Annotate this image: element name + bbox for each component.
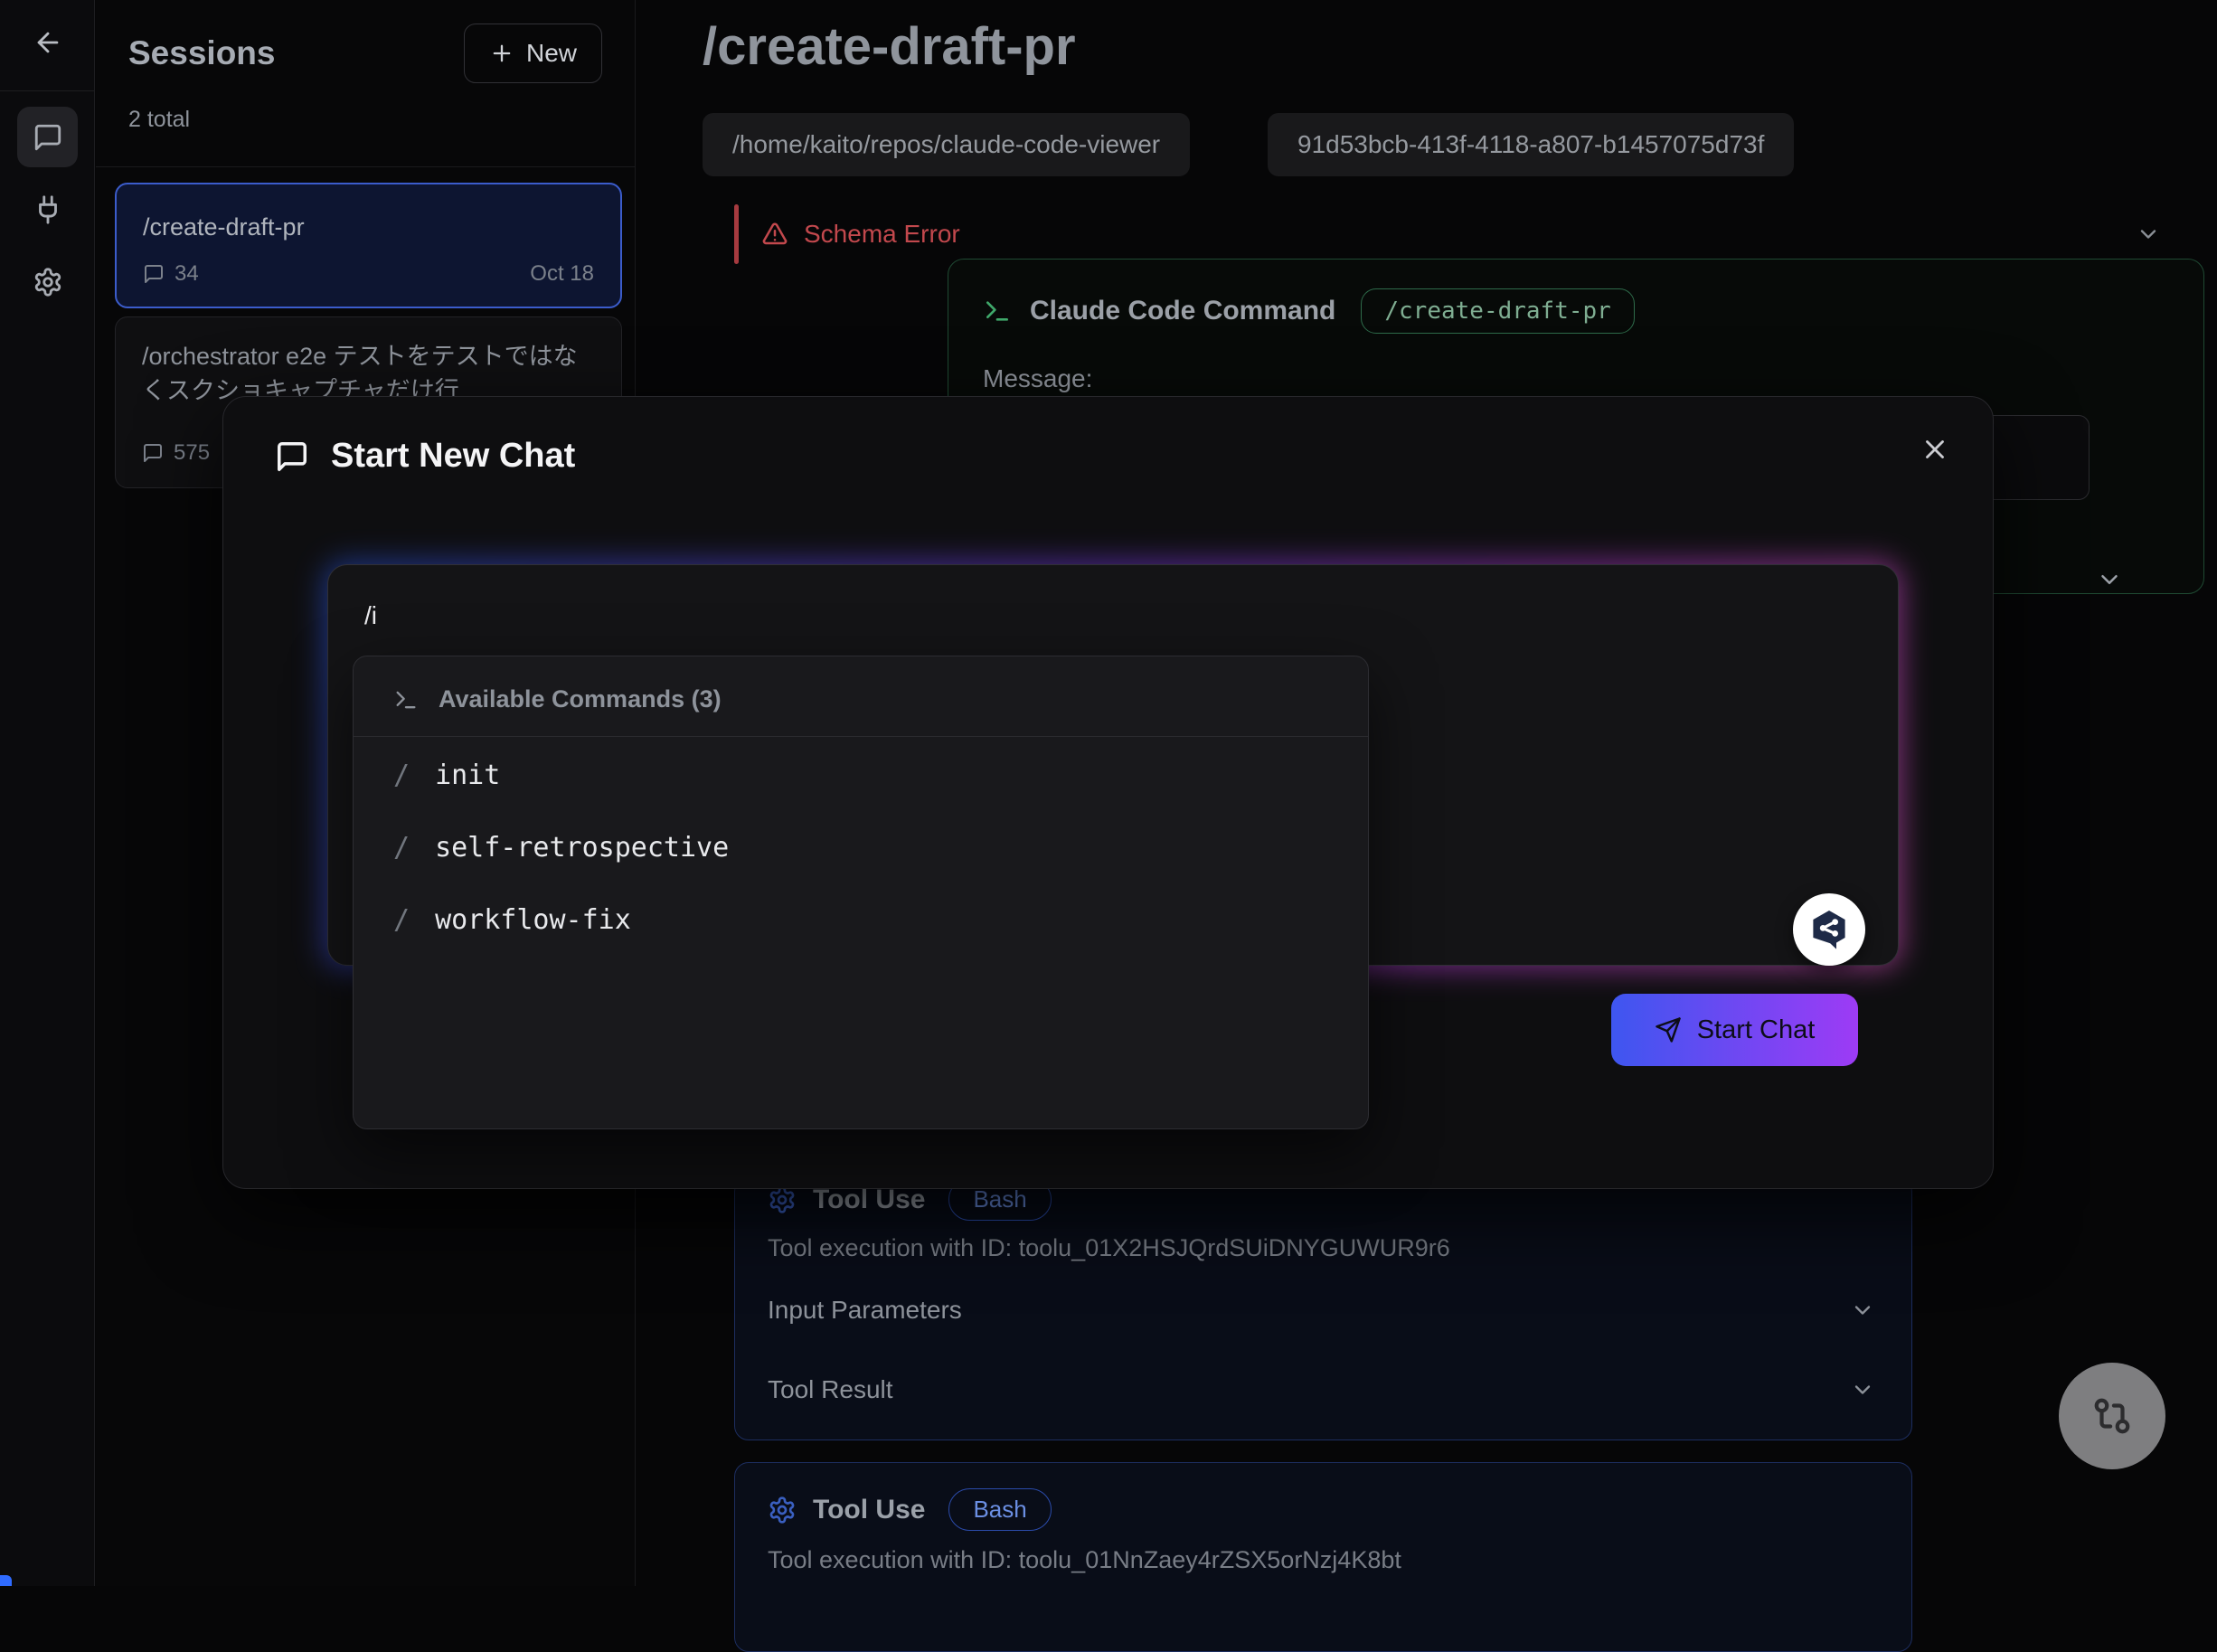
message-count-icon — [142, 442, 164, 464]
new-session-label: New — [526, 39, 577, 68]
command-prefix: / — [393, 904, 410, 936]
tool-use-title: Tool Use — [813, 1495, 925, 1525]
plus-icon — [489, 41, 514, 66]
warning-triangle-icon — [761, 221, 788, 248]
session-meta: 34 Oct 18 — [143, 261, 594, 287]
arrow-left-icon — [33, 27, 63, 58]
close-button[interactable] — [1915, 430, 1955, 469]
command-badge: /create-draft-pr — [1361, 288, 1634, 334]
tool-use-card: Tool Use Bash Tool execution with ID: to… — [734, 1177, 1912, 1440]
dev-indicator-badge[interactable] — [0, 1575, 12, 1586]
tool-result-label: Tool Result — [768, 1375, 893, 1404]
tool-execution-id: Tool execution with ID: toolu_01NnZaey4r… — [768, 1546, 1401, 1574]
command-option-self-retrospective[interactable]: / self-retrospective — [393, 832, 729, 864]
session-title: /create-draft-pr — [143, 213, 305, 241]
input-parameters-toggle[interactable]: Input Parameters — [768, 1296, 1875, 1325]
icon-rail — [0, 0, 95, 1586]
session-message-count: 575 — [174, 440, 210, 466]
command-prefix: / — [393, 832, 410, 864]
start-chat-label: Start Chat — [1697, 1015, 1816, 1045]
sessions-total: 2 total — [128, 107, 190, 133]
chevron-down-icon — [1850, 1298, 1875, 1323]
message-label: Message: — [983, 364, 1092, 393]
dropdown-divider — [354, 736, 1368, 737]
session-message-count: 34 — [175, 261, 199, 287]
command-card-title: Claude Code Command — [1030, 296, 1335, 326]
nav-sessions-button[interactable] — [17, 107, 78, 167]
nav-settings-button[interactable] — [17, 251, 78, 312]
schema-error-accent-bar — [734, 204, 739, 264]
modal-title: Start New Chat — [331, 437, 575, 476]
plug-icon — [33, 194, 63, 225]
tool-result-toggle[interactable]: Tool Result — [768, 1375, 1875, 1404]
new-session-button[interactable]: New — [464, 24, 602, 83]
command-name: self-retrospective — [435, 832, 729, 864]
available-commands-dropdown: Available Commands (3) / init / self-ret… — [353, 656, 1369, 1129]
share-widget-button[interactable] — [1793, 893, 1865, 966]
git-compare-icon — [2091, 1395, 2133, 1437]
gear-icon — [768, 1185, 797, 1214]
nav-mcp-button[interactable] — [17, 179, 78, 240]
session-date: Oct 18 — [530, 261, 594, 287]
command-option-init[interactable]: / init — [393, 760, 500, 791]
tool-badge: Bash — [948, 1488, 1051, 1531]
back-button[interactable] — [31, 25, 65, 60]
available-commands-header: Available Commands (3) — [439, 685, 722, 713]
tool-execution-id: Tool execution with ID: toolu_01X2HSJQrd… — [768, 1234, 1450, 1262]
project-path-chip: /home/kaito/repos/claude-code-viewer — [703, 113, 1190, 176]
schema-error-label: Schema Error — [804, 220, 960, 249]
start-new-chat-modal: Start New Chat /i — [222, 396, 1994, 1189]
command-prefix: / — [393, 760, 410, 791]
chevron-down-icon[interactable] — [2136, 222, 2161, 247]
command-name: workflow-fix — [435, 904, 631, 936]
close-icon — [1920, 434, 1950, 465]
terminal-icon — [983, 297, 1012, 326]
chevron-down-icon — [1850, 1377, 1875, 1402]
session-id-chip: 91d53bcb-413f-4118-a807-b1457075d73f — [1268, 113, 1794, 176]
chevron-down-icon[interactable] — [2096, 566, 2123, 593]
chat-input-value: /i — [364, 601, 377, 630]
gear-icon — [768, 1496, 797, 1525]
sidebar-divider — [96, 166, 635, 167]
input-parameters-label: Input Parameters — [768, 1296, 962, 1325]
send-icon — [1655, 1016, 1682, 1043]
session-item-create-draft-pr[interactable]: /create-draft-pr 34 Oct 18 — [115, 183, 622, 308]
schema-error-row[interactable]: Schema Error — [734, 203, 2204, 266]
message-square-icon — [33, 122, 63, 153]
sessions-title: Sessions — [128, 34, 275, 72]
share-logo-icon — [1807, 908, 1851, 951]
message-square-icon — [275, 439, 309, 474]
start-chat-button[interactable]: Start Chat — [1611, 994, 1858, 1066]
tool-use-card: Tool Use Bash Tool execution with ID: to… — [734, 1462, 1912, 1652]
page-title: /create-draft-pr — [703, 16, 1076, 77]
git-widget-button[interactable] — [2059, 1363, 2165, 1469]
terminal-icon — [393, 687, 419, 713]
rail-divider — [0, 90, 95, 91]
message-count-icon — [143, 263, 165, 285]
command-option-workflow-fix[interactable]: / workflow-fix — [393, 904, 631, 936]
gear-icon — [33, 267, 63, 297]
command-name: init — [435, 760, 500, 791]
